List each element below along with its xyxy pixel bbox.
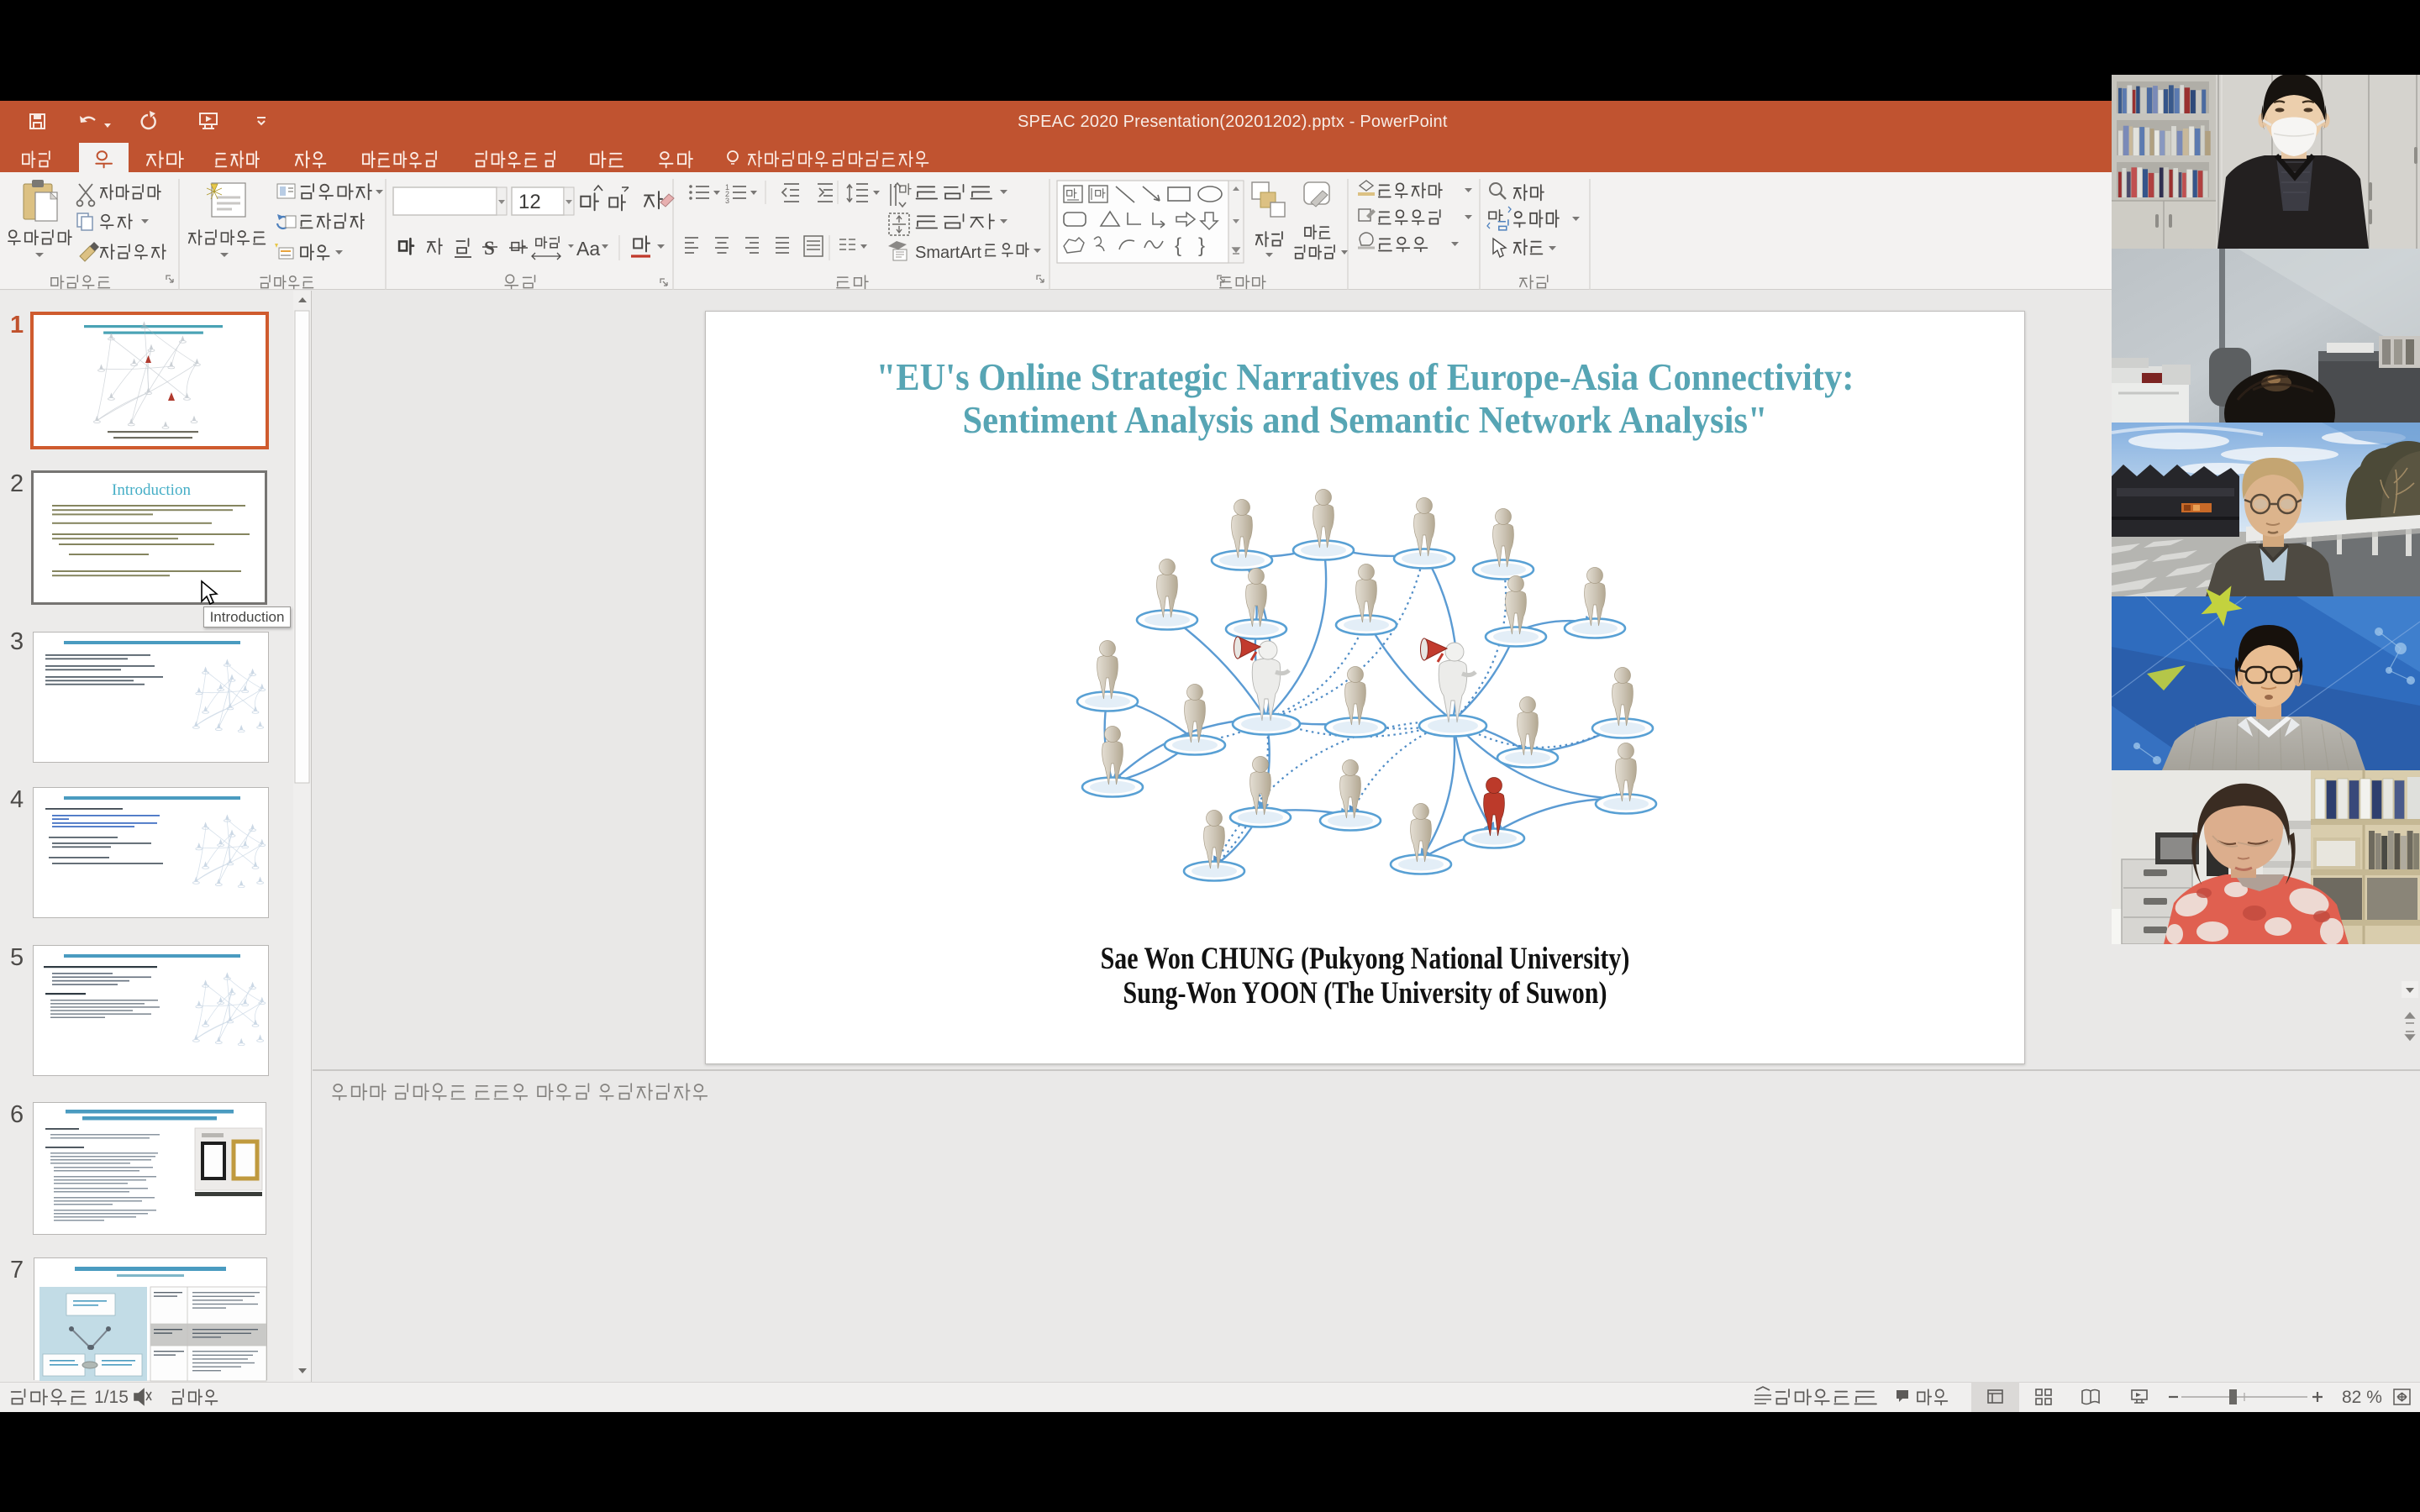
svg-text:1/15: 1/15 [94,1388,129,1407]
svg-text:}: } [1198,234,1205,257]
svg-text:3: 3 [725,197,729,205]
svg-text:82 %: 82 % [2342,1388,2382,1407]
svg-text:12: 12 [518,191,541,213]
svg-text:SmartArt: SmartArt [915,244,981,262]
svg-text:{: { [1175,234,1181,257]
svg-text:Aa: Aa [576,238,600,260]
svg-text:Introduction: Introduction [112,481,191,499]
svg-text:S: S [484,238,495,259]
